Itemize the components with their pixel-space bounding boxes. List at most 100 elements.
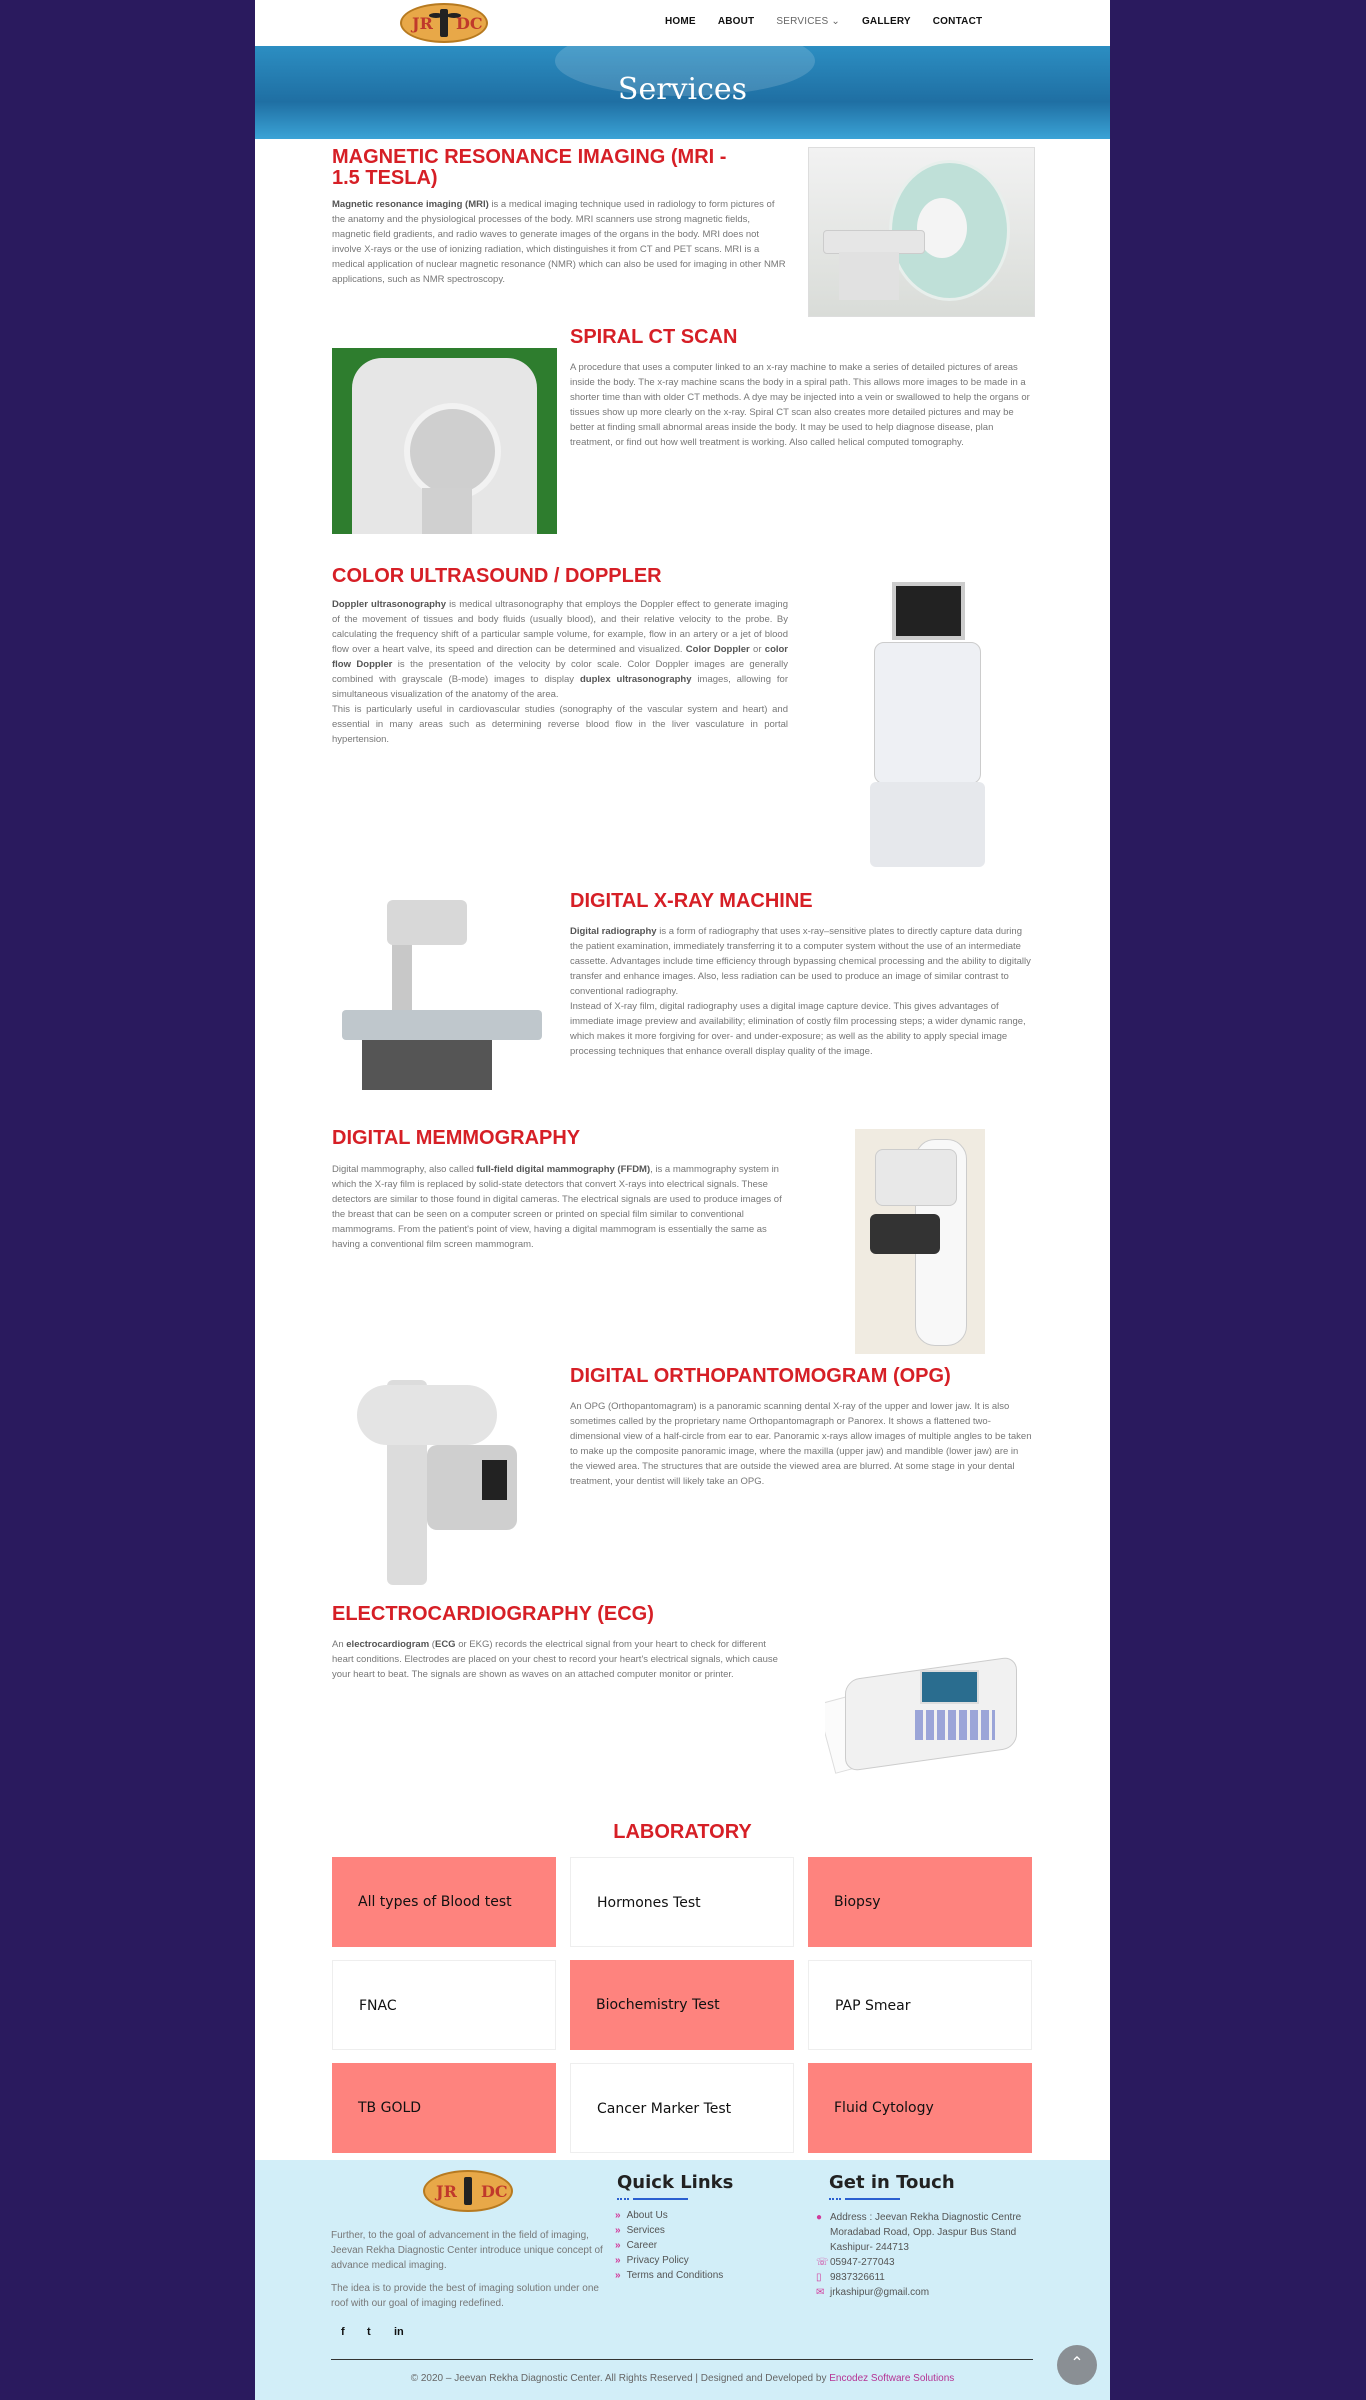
nav-home[interactable]: HOME xyxy=(665,16,696,27)
twitter-icon[interactable]: t xyxy=(367,2326,371,2338)
caduceus-icon xyxy=(440,9,448,37)
mammo-pre: Digital mammography, also called xyxy=(332,1164,477,1175)
doppler-bold-2: Color Doppler xyxy=(685,644,750,655)
nav-contact[interactable]: CONTACT xyxy=(933,16,983,27)
page-banner: Services xyxy=(255,46,1110,139)
developer-link[interactable]: Encodez Software Solutions xyxy=(829,2373,954,2384)
section-text-ct: A procedure that uses a computer linked … xyxy=(570,362,1030,448)
mammo-body: , is a mammography system in which the X… xyxy=(332,1164,782,1250)
ct-table xyxy=(422,488,472,534)
mri-lead: Magnetic resonance imaging (MRI) xyxy=(332,199,489,210)
xray-machine-image xyxy=(332,900,557,1100)
back-to-top-button[interactable]: ⌃ xyxy=(1057,2345,1097,2385)
section-title-opg: DIGITAL ORTHOPANTOMOGRAM (OPG) xyxy=(570,1365,951,1387)
section-text-doppler: Doppler ultrasonography is medical ultra… xyxy=(332,597,788,747)
email-text: jrkashipur@gmail.com xyxy=(830,2287,930,2298)
lab-card-label: Hormones Test xyxy=(597,1895,701,1911)
contact-email[interactable]: ✉ jrkashipur@gmail.com xyxy=(816,2285,1040,2300)
lab-card-tb-gold[interactable]: TB GOLD xyxy=(332,2063,556,2153)
logo-text-right: DC xyxy=(456,14,483,33)
top-navbar: JR DC HOME ABOUT SERVICES ⌄ GALLERY CONT… xyxy=(255,0,1110,46)
quick-links-title: Quick Links xyxy=(617,2172,734,2193)
nav-gallery[interactable]: GALLERY xyxy=(862,16,911,27)
lab-card-fnac[interactable]: FNAC xyxy=(332,1960,556,2050)
footer-logo-text-left: JR xyxy=(436,2182,457,2201)
mri-bed xyxy=(823,230,925,254)
lab-card-biopsy[interactable]: Biopsy xyxy=(808,1857,1032,1947)
ultrasound-console xyxy=(874,642,981,784)
quick-links-underline xyxy=(633,2198,688,2200)
doppler-lead: Doppler ultrasonography xyxy=(332,599,447,610)
doppler-text-3: or xyxy=(749,644,765,655)
main-menu: HOME ABOUT SERVICES ⌄ GALLERY CONTACT xyxy=(665,16,1004,27)
footer-link-terms[interactable]: Terms and Conditions xyxy=(615,2270,724,2281)
footer-link-privacy-policy[interactable]: Privacy Policy xyxy=(615,2255,689,2266)
nav-services[interactable]: SERVICES ⌄ xyxy=(776,16,840,27)
lab-card-pap-smear[interactable]: PAP Smear xyxy=(808,1960,1032,2050)
get-in-touch-underline xyxy=(845,2198,900,2200)
xray-body-2: Instead of X-ray film, digital radiograp… xyxy=(570,1001,1026,1057)
mri-base xyxy=(839,252,899,300)
ultrasound-monitor xyxy=(892,582,965,640)
xray-lead: Digital radiography xyxy=(570,926,657,937)
lab-card-label: FNAC xyxy=(359,1998,397,2014)
email-icon: ✉ xyxy=(816,2287,825,2298)
lab-card-blood-test[interactable]: All types of Blood test xyxy=(332,1857,556,1947)
page-title: Services xyxy=(617,72,748,107)
section-title-mri: MAGNETIC RESONANCE IMAGING (MRI - 1.5 TE… xyxy=(332,146,727,189)
xray-tube-head xyxy=(387,900,467,945)
nav-about[interactable]: ABOUT xyxy=(718,16,755,27)
footer-link-services[interactable]: Services xyxy=(615,2225,665,2236)
copyright-text: © 2020 – Jeevan Rekha Diagnostic Center.… xyxy=(410,2373,830,2384)
chevron-down-icon: ⌄ xyxy=(831,16,840,27)
footer-about-1: Further, to the goal of advancement in t… xyxy=(331,2230,603,2271)
footer-caduceus-icon xyxy=(464,2177,472,2205)
doppler-bold-6: duplex ultrasonography xyxy=(580,674,692,685)
phone-text: 05947-277043 xyxy=(830,2257,895,2268)
footer-link-about-us[interactable]: About Us xyxy=(615,2210,668,2221)
phone-icon: ☏ xyxy=(816,2257,829,2268)
lab-card-label: PAP Smear xyxy=(835,1998,911,2014)
get-in-touch-title: Get in Touch xyxy=(829,2172,955,2193)
lab-card-label: TB GOLD xyxy=(358,2100,422,2116)
lab-card-fluid-cytology[interactable]: Fluid Cytology xyxy=(808,2063,1032,2153)
ct-bore xyxy=(404,403,501,500)
site-logo[interactable]: JR DC xyxy=(400,3,488,43)
section-text-mammography: Digital mammography, also called full-fi… xyxy=(332,1162,788,1252)
section-text-mri: Magnetic resonance imaging (MRI) is a me… xyxy=(332,197,788,287)
ecg-pre: An xyxy=(332,1639,347,1650)
copyright: © 2020 – Jeevan Rekha Diagnostic Center.… xyxy=(255,2373,1110,2384)
arrow-up-icon: ⌃ xyxy=(1070,2355,1084,2372)
ultrasound-base xyxy=(870,782,985,867)
ecg-keypad xyxy=(915,1710,995,1740)
footer-divider xyxy=(331,2359,1033,2360)
quick-links-dots xyxy=(617,2198,629,2202)
ecg-screen xyxy=(920,1670,979,1704)
mri-scanner-image xyxy=(808,147,1035,317)
section-text-opg: An OPG (Orthopantomagram) is a panoramic… xyxy=(570,1401,1032,1487)
facebook-icon[interactable]: f xyxy=(341,2326,345,2338)
footer-link-career[interactable]: Career xyxy=(615,2240,658,2251)
lab-card-biochemistry-test[interactable]: Biochemistry Test xyxy=(570,1960,794,2050)
section-title-ct: SPIRAL CT SCAN xyxy=(570,326,738,348)
mammo-compressor xyxy=(870,1214,940,1254)
nav-services-label: SERVICES xyxy=(776,16,829,27)
laboratory-title: LABORATORY xyxy=(613,1821,752,1843)
footer-logo[interactable]: JR DC xyxy=(423,2170,513,2212)
section-text-ecg: An electrocardiogram (ECG or EKG) record… xyxy=(332,1637,788,1682)
lab-card-label: Biopsy xyxy=(834,1894,881,1910)
linkedin-icon[interactable]: in xyxy=(394,2326,404,2338)
xray-table xyxy=(342,1010,542,1040)
mri-body: is a medical imaging technique used in r… xyxy=(332,199,786,285)
contact-phone[interactable]: ☏ 05947-277043 xyxy=(816,2255,1040,2270)
contact-mobile[interactable]: ▯ 9837326611 xyxy=(816,2270,1040,2285)
lab-card-cancer-marker-test[interactable]: Cancer Marker Test xyxy=(570,2063,794,2153)
lab-card-label: All types of Blood test xyxy=(358,1894,512,1910)
contact-address: ● Address : Jeevan Rekha Diagnostic Centr… xyxy=(816,2210,1040,2255)
page: JR DC HOME ABOUT SERVICES ⌄ GALLERY CONT… xyxy=(255,0,1110,2400)
get-in-touch-dots xyxy=(829,2198,841,2202)
mobile-icon: ▯ xyxy=(816,2272,822,2283)
map-pin-icon: ● xyxy=(816,2212,823,2223)
lab-card-hormones-test[interactable]: Hormones Test xyxy=(570,1857,794,1947)
section-title-xray: DIGITAL X-RAY MACHINE xyxy=(570,890,813,912)
